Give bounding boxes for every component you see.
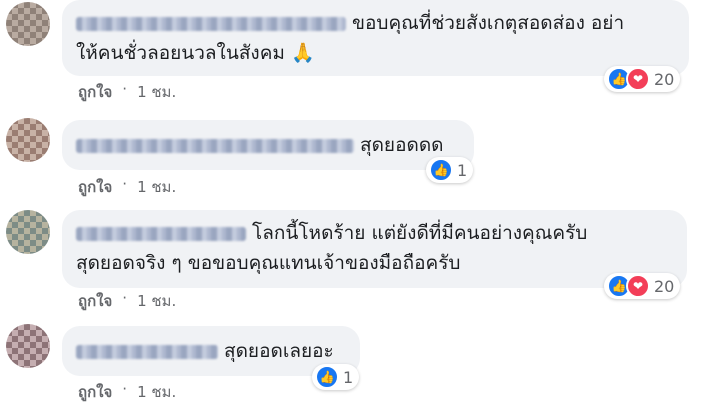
love-icon: ❤ <box>626 274 650 298</box>
reaction-count: 1 <box>457 160 468 180</box>
comment-bubble: ขอบคุณที่ช่วยสังเกตุสอดส่อง อย่า ให้คนชั… <box>62 0 689 76</box>
like-link[interactable]: ถูกใจ <box>78 380 112 404</box>
avatar[interactable] <box>6 2 50 46</box>
comment-actions: ถูกใจ · 1 ชม. <box>78 80 176 104</box>
comment-actions: ถูกใจ · 1 ชม. <box>78 175 176 199</box>
like-icon: 👍 <box>315 365 339 389</box>
comment-text: สุดยอดเลยอะ <box>224 340 334 362</box>
reaction-count: 1 <box>343 367 354 387</box>
comment-bubble: สุดยอดดด <box>62 120 474 170</box>
comment-actions: ถูกใจ · 1 ชม. <box>78 380 176 404</box>
commenter-name[interactable] <box>76 138 354 153</box>
reaction-count: 20 <box>654 276 675 296</box>
comment-bubble: โลกนี้โหดร้าย แต่ยังดีที่มีคนอย่างคุณครั… <box>62 210 687 288</box>
reaction-summary[interactable]: 👍 1 <box>426 157 474 183</box>
timestamp[interactable]: 1 ชม. <box>137 80 176 104</box>
commenter-name[interactable] <box>76 344 218 359</box>
like-icon: 👍 <box>429 158 453 182</box>
comment-text: สุดยอดดด <box>360 134 444 156</box>
like-link[interactable]: ถูกใจ <box>78 289 112 313</box>
reaction-summary[interactable]: 👍 ❤ 20 <box>604 273 681 299</box>
avatar[interactable] <box>6 324 50 368</box>
timestamp[interactable]: 1 ชม. <box>137 289 176 313</box>
timestamp[interactable]: 1 ชม. <box>137 380 176 404</box>
separator: · <box>122 175 128 193</box>
reaction-summary[interactable]: 👍 ❤ 20 <box>604 66 681 92</box>
reaction-count: 20 <box>654 69 675 89</box>
timestamp[interactable]: 1 ชม. <box>137 175 176 199</box>
commenter-name[interactable] <box>76 226 246 241</box>
commenter-name[interactable] <box>76 16 346 31</box>
comment-actions: ถูกใจ · 1 ชม. <box>78 289 176 313</box>
like-link[interactable]: ถูกใจ <box>78 175 112 199</box>
love-icon: ❤ <box>626 67 650 91</box>
separator: · <box>122 289 128 307</box>
avatar[interactable] <box>6 210 50 254</box>
avatar[interactable] <box>6 118 50 162</box>
separator: · <box>122 380 128 398</box>
reaction-summary[interactable]: 👍 1 <box>312 364 360 390</box>
like-link[interactable]: ถูกใจ <box>78 80 112 104</box>
separator: · <box>122 80 128 98</box>
